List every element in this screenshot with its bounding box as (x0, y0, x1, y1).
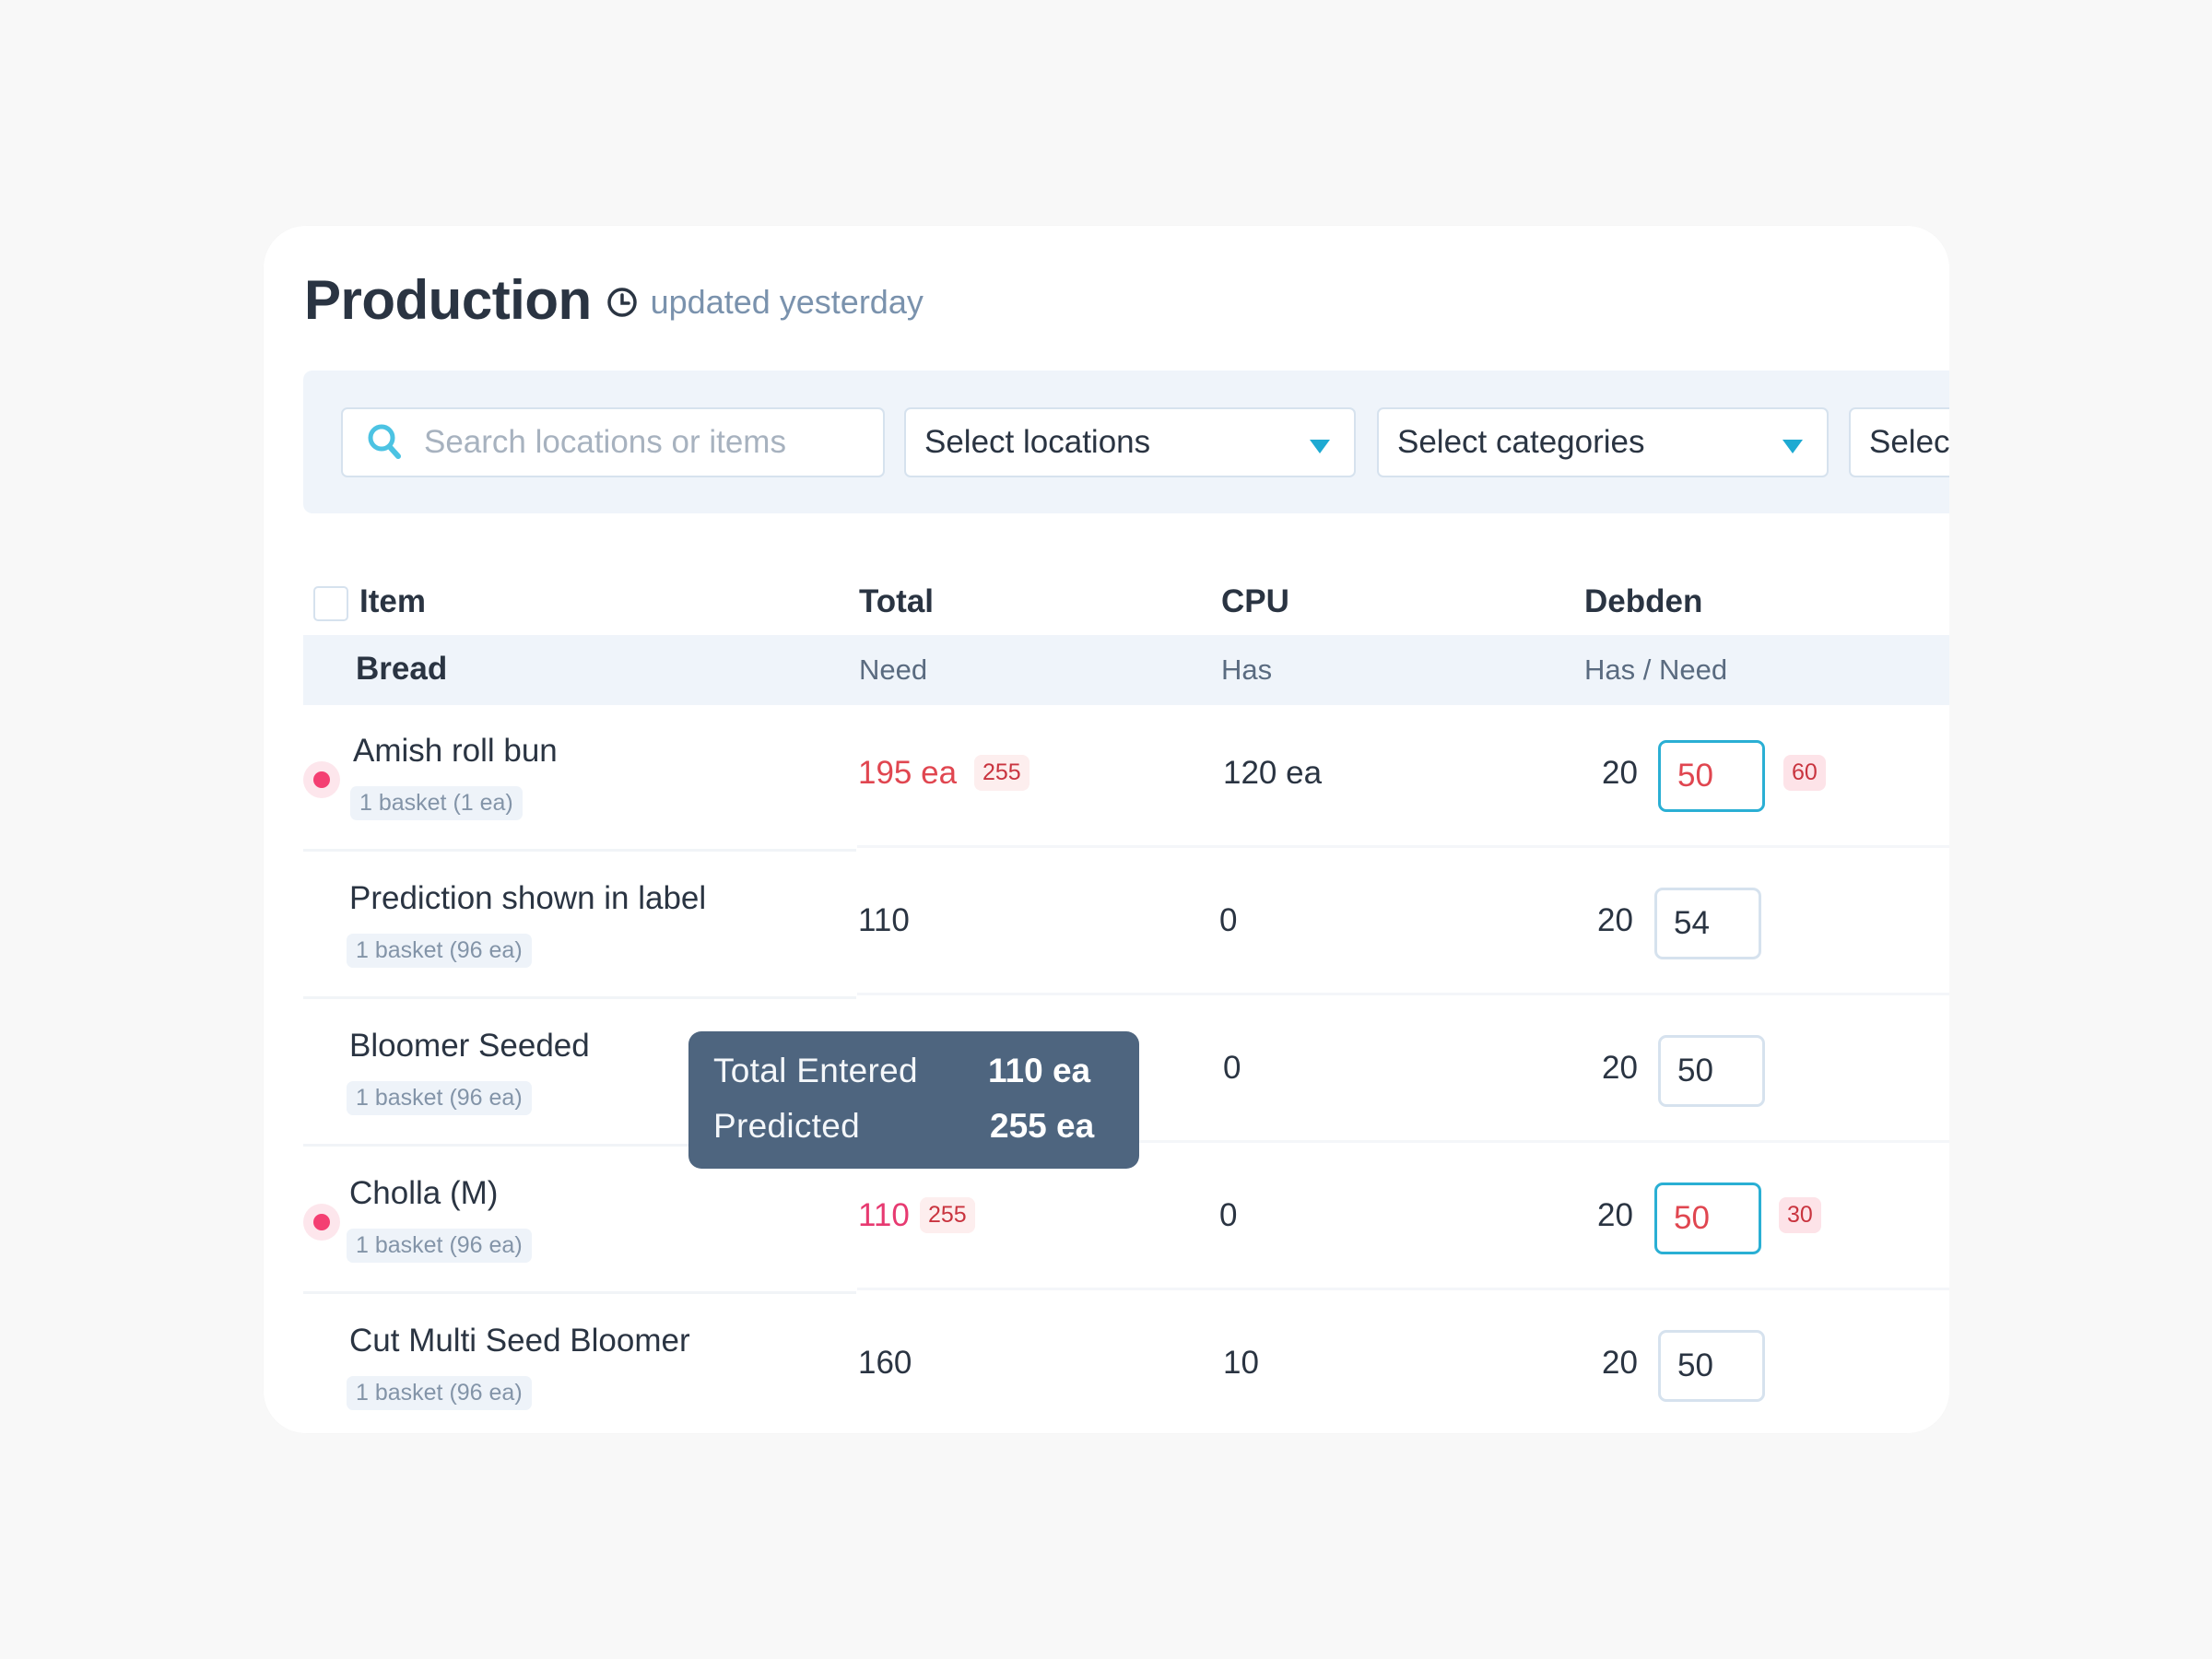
alert-dot-icon (303, 761, 340, 798)
debden-has: 20 (1597, 1197, 1633, 1233)
row-divider (303, 996, 856, 999)
debden-need-input[interactable] (1658, 1330, 1765, 1402)
item-unit-badge: 1 basket (96 ea) (347, 1376, 532, 1410)
select-categories-label: Select categories (1397, 424, 1645, 460)
table-row[interactable]: Amish roll bun 1 basket (1 ea) 195 ea 25… (303, 705, 1949, 852)
page-header: Production updated yesterday (304, 263, 924, 336)
debden-has: 20 (1602, 1345, 1638, 1381)
debden-need-input[interactable] (1658, 740, 1765, 812)
select-locations-label: Select locations (924, 424, 1151, 460)
tooltip-value-predicted: 255 ea (990, 1107, 1095, 1145)
category-row-bread: Bread Need Has Has / Need (303, 635, 1949, 705)
table-header: Item Total CPU Debden (303, 567, 1949, 639)
debden-has: 20 (1602, 755, 1638, 791)
select-categories-dropdown[interactable]: Select categories (1377, 407, 1829, 477)
fourth-select-label: Select (1869, 424, 1949, 460)
clock-icon (606, 288, 637, 317)
cpu-has: 10 (1223, 1345, 1259, 1381)
cpu-has: 0 (1223, 1050, 1241, 1086)
cpu-has: 120 ea (1223, 755, 1323, 791)
search-field[interactable] (341, 407, 885, 477)
debden-has: 20 (1597, 902, 1633, 938)
tooltip-label-entered: Total Entered (713, 1052, 918, 1089)
row-divider (857, 993, 1949, 995)
row-divider (857, 1288, 1949, 1290)
select-locations-dropdown[interactable]: Select locations (904, 407, 1356, 477)
viewport-edge (1949, 0, 2212, 1659)
total-need[interactable]: 110 (858, 902, 910, 939)
subheader-cpu: Has (1221, 653, 1273, 686)
table-row[interactable]: Cholla (M) 1 basket (96 ea) 110 255 0 20… (303, 1147, 1949, 1294)
predicted-badge: 255 (974, 755, 1030, 791)
production-card: Production updated yesterday Select loca… (264, 226, 1949, 1433)
category-name: Bread (356, 651, 448, 687)
debden-has: 20 (1602, 1050, 1638, 1086)
row-divider (303, 1291, 856, 1294)
item-name: Cholla (M) (349, 1175, 499, 1211)
tooltip-label-predicted: Predicted (713, 1107, 861, 1145)
debden-need-input[interactable] (1658, 1035, 1765, 1107)
item-unit-badge: 1 basket (96 ea) (347, 1081, 532, 1115)
total-need[interactable]: 110 (858, 1197, 910, 1234)
cpu-has: 0 (1219, 902, 1238, 938)
alert-dot-icon (303, 1204, 340, 1241)
predicted-badge: 255 (920, 1197, 975, 1233)
cpu-has: 0 (1219, 1197, 1238, 1233)
debden-need-input[interactable] (1654, 888, 1761, 959)
filter-bar: Select locations Select categories Selec… (303, 371, 1949, 513)
item-name: Prediction shown in label (349, 880, 707, 916)
fourth-select-dropdown[interactable]: Select (1849, 407, 1949, 477)
caret-down-icon (1783, 440, 1803, 453)
debden-need-input[interactable] (1654, 1182, 1761, 1254)
caret-down-icon (1310, 440, 1330, 453)
item-unit-badge: 1 basket (96 ea) (347, 1229, 532, 1263)
item-unit-badge: 1 basket (96 ea) (347, 934, 532, 968)
total-tooltip: Total Entered 110 ea Predicted 255 ea (688, 1031, 1139, 1169)
column-header-debden[interactable]: Debden (1584, 583, 1702, 620)
subheader-debden: Has / Need (1584, 653, 1728, 686)
item-unit-badge: 1 basket (1 ea) (350, 786, 523, 820)
item-name: Cut Multi Seed Bloomer (349, 1323, 690, 1359)
tooltip-value-entered: 110 ea (988, 1052, 1091, 1089)
item-name: Bloomer Seeded (349, 1028, 590, 1064)
column-header-item[interactable]: Item (359, 583, 426, 620)
column-header-total[interactable]: Total (859, 583, 934, 620)
search-icon (368, 424, 401, 459)
select-all-checkbox[interactable] (313, 586, 348, 621)
item-name: Amish roll bun (353, 733, 558, 769)
total-need[interactable]: 160 (858, 1345, 912, 1382)
row-divider (303, 849, 856, 852)
search-input[interactable] (424, 424, 866, 461)
page-title: Production (304, 268, 592, 331)
debden-predicted-badge: 30 (1779, 1197, 1821, 1233)
column-header-cpu[interactable]: CPU (1221, 583, 1289, 620)
row-divider (857, 845, 1949, 848)
table-row[interactable]: Cut Multi Seed Bloomer 1 basket (96 ea) … (303, 1295, 1949, 1433)
total-need[interactable]: 195 ea (858, 755, 957, 792)
subheader-total: Need (859, 653, 928, 686)
debden-predicted-badge: 60 (1783, 755, 1826, 791)
table-row[interactable]: Prediction shown in label 1 basket (96 e… (303, 853, 1949, 999)
updated-timestamp: updated yesterday (650, 283, 924, 321)
